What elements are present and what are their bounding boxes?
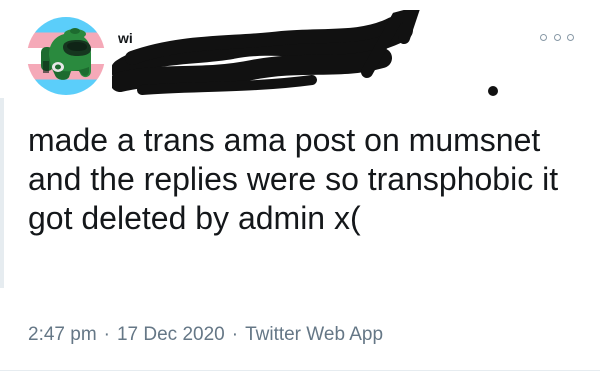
tweet-text: made a trans ama post on mumsnet and the… [28, 122, 559, 236]
redaction-scribble [112, 10, 420, 95]
tweet-source[interactable]: Twitter Web App [245, 324, 383, 345]
more-options-icon[interactable] [540, 28, 574, 46]
meta-separator: · [103, 324, 110, 345]
among-us-crewmate-icon [41, 28, 91, 80]
tweet-metadata: 2:47 pm · 17 Dec 2020 · Twitter Web App [28, 324, 383, 346]
meta-separator: · [231, 324, 239, 345]
more-dot [553, 33, 561, 41]
tweet-card: wi made a trans ama post on mumsnet and … [0, 0, 600, 371]
tweet-date[interactable]: 17 Dec 2020 [117, 324, 225, 345]
tweet-time[interactable]: 2:47 pm [28, 324, 97, 345]
avatar[interactable] [27, 17, 105, 95]
more-dot [540, 33, 547, 41]
left-divider [0, 98, 4, 288]
ink-dot [488, 86, 498, 96]
more-dot [567, 33, 574, 41]
